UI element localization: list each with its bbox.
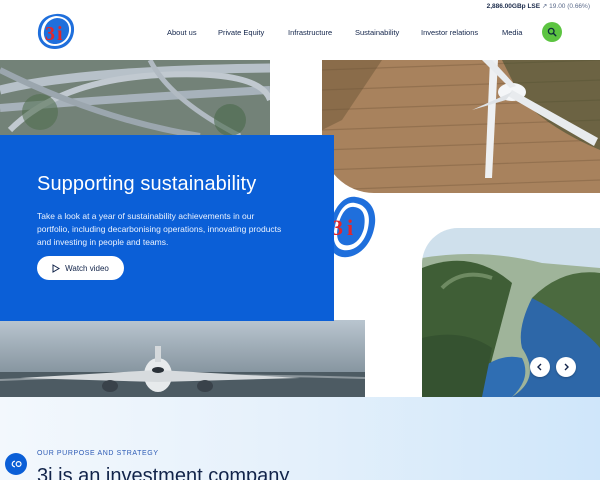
play-icon (52, 263, 61, 273)
cookie-settings-button[interactable] (5, 453, 27, 475)
stock-price: 2,886.00GBp LSE (486, 3, 541, 10)
stock-ticker: 2,886.00GBp LSE ↗ 19.00 (0.66%) (487, 2, 590, 10)
nav-about-us[interactable]: About us (167, 28, 197, 37)
carousel-prev-button[interactable] (530, 357, 550, 377)
search-icon (547, 27, 557, 37)
page: 2,886.00GBp LSE ↗ 19.00 (0.66%) 3 i Abou… (0, 0, 600, 480)
purpose-eyebrow: OUR PURPOSE AND STRATEGY (37, 450, 159, 457)
wind-turbine-image (322, 60, 600, 193)
hero-card: Supporting sustainability Take a look at… (0, 135, 334, 321)
highway-image (0, 60, 270, 136)
nav-sustainability[interactable]: Sustainability (355, 28, 399, 37)
nav-private-equity[interactable]: Private Equity (218, 28, 264, 37)
watch-video-label: Watch video (65, 263, 109, 273)
hero-title: Supporting sustainability (37, 173, 257, 195)
nav-infrastructure[interactable]: Infrastructure (288, 28, 332, 37)
site-header: 2,886.00GBp LSE ↗ 19.00 (0.66%) 3 i Abou… (0, 0, 600, 60)
svg-text:i: i (347, 215, 353, 240)
cookie-icon (11, 460, 22, 468)
purpose-title: 3i is an investment company (37, 465, 290, 480)
carousel-next-button[interactable] (556, 357, 576, 377)
chevron-right-icon (564, 363, 569, 371)
chevron-left-icon (537, 363, 542, 371)
nav-media[interactable]: Media (502, 28, 522, 37)
stock-change: ↗ 19.00 (0.66%) (541, 3, 590, 10)
hero-description: Take a look at a year of sustainability … (37, 211, 282, 247)
main-nav: About us Private Equity Infrastructure S… (0, 28, 600, 40)
watch-video-button[interactable]: Watch video (37, 256, 124, 280)
aircraft-image (0, 320, 365, 397)
nav-investor-relations[interactable]: Investor relations (421, 28, 478, 37)
search-button[interactable] (542, 22, 562, 42)
